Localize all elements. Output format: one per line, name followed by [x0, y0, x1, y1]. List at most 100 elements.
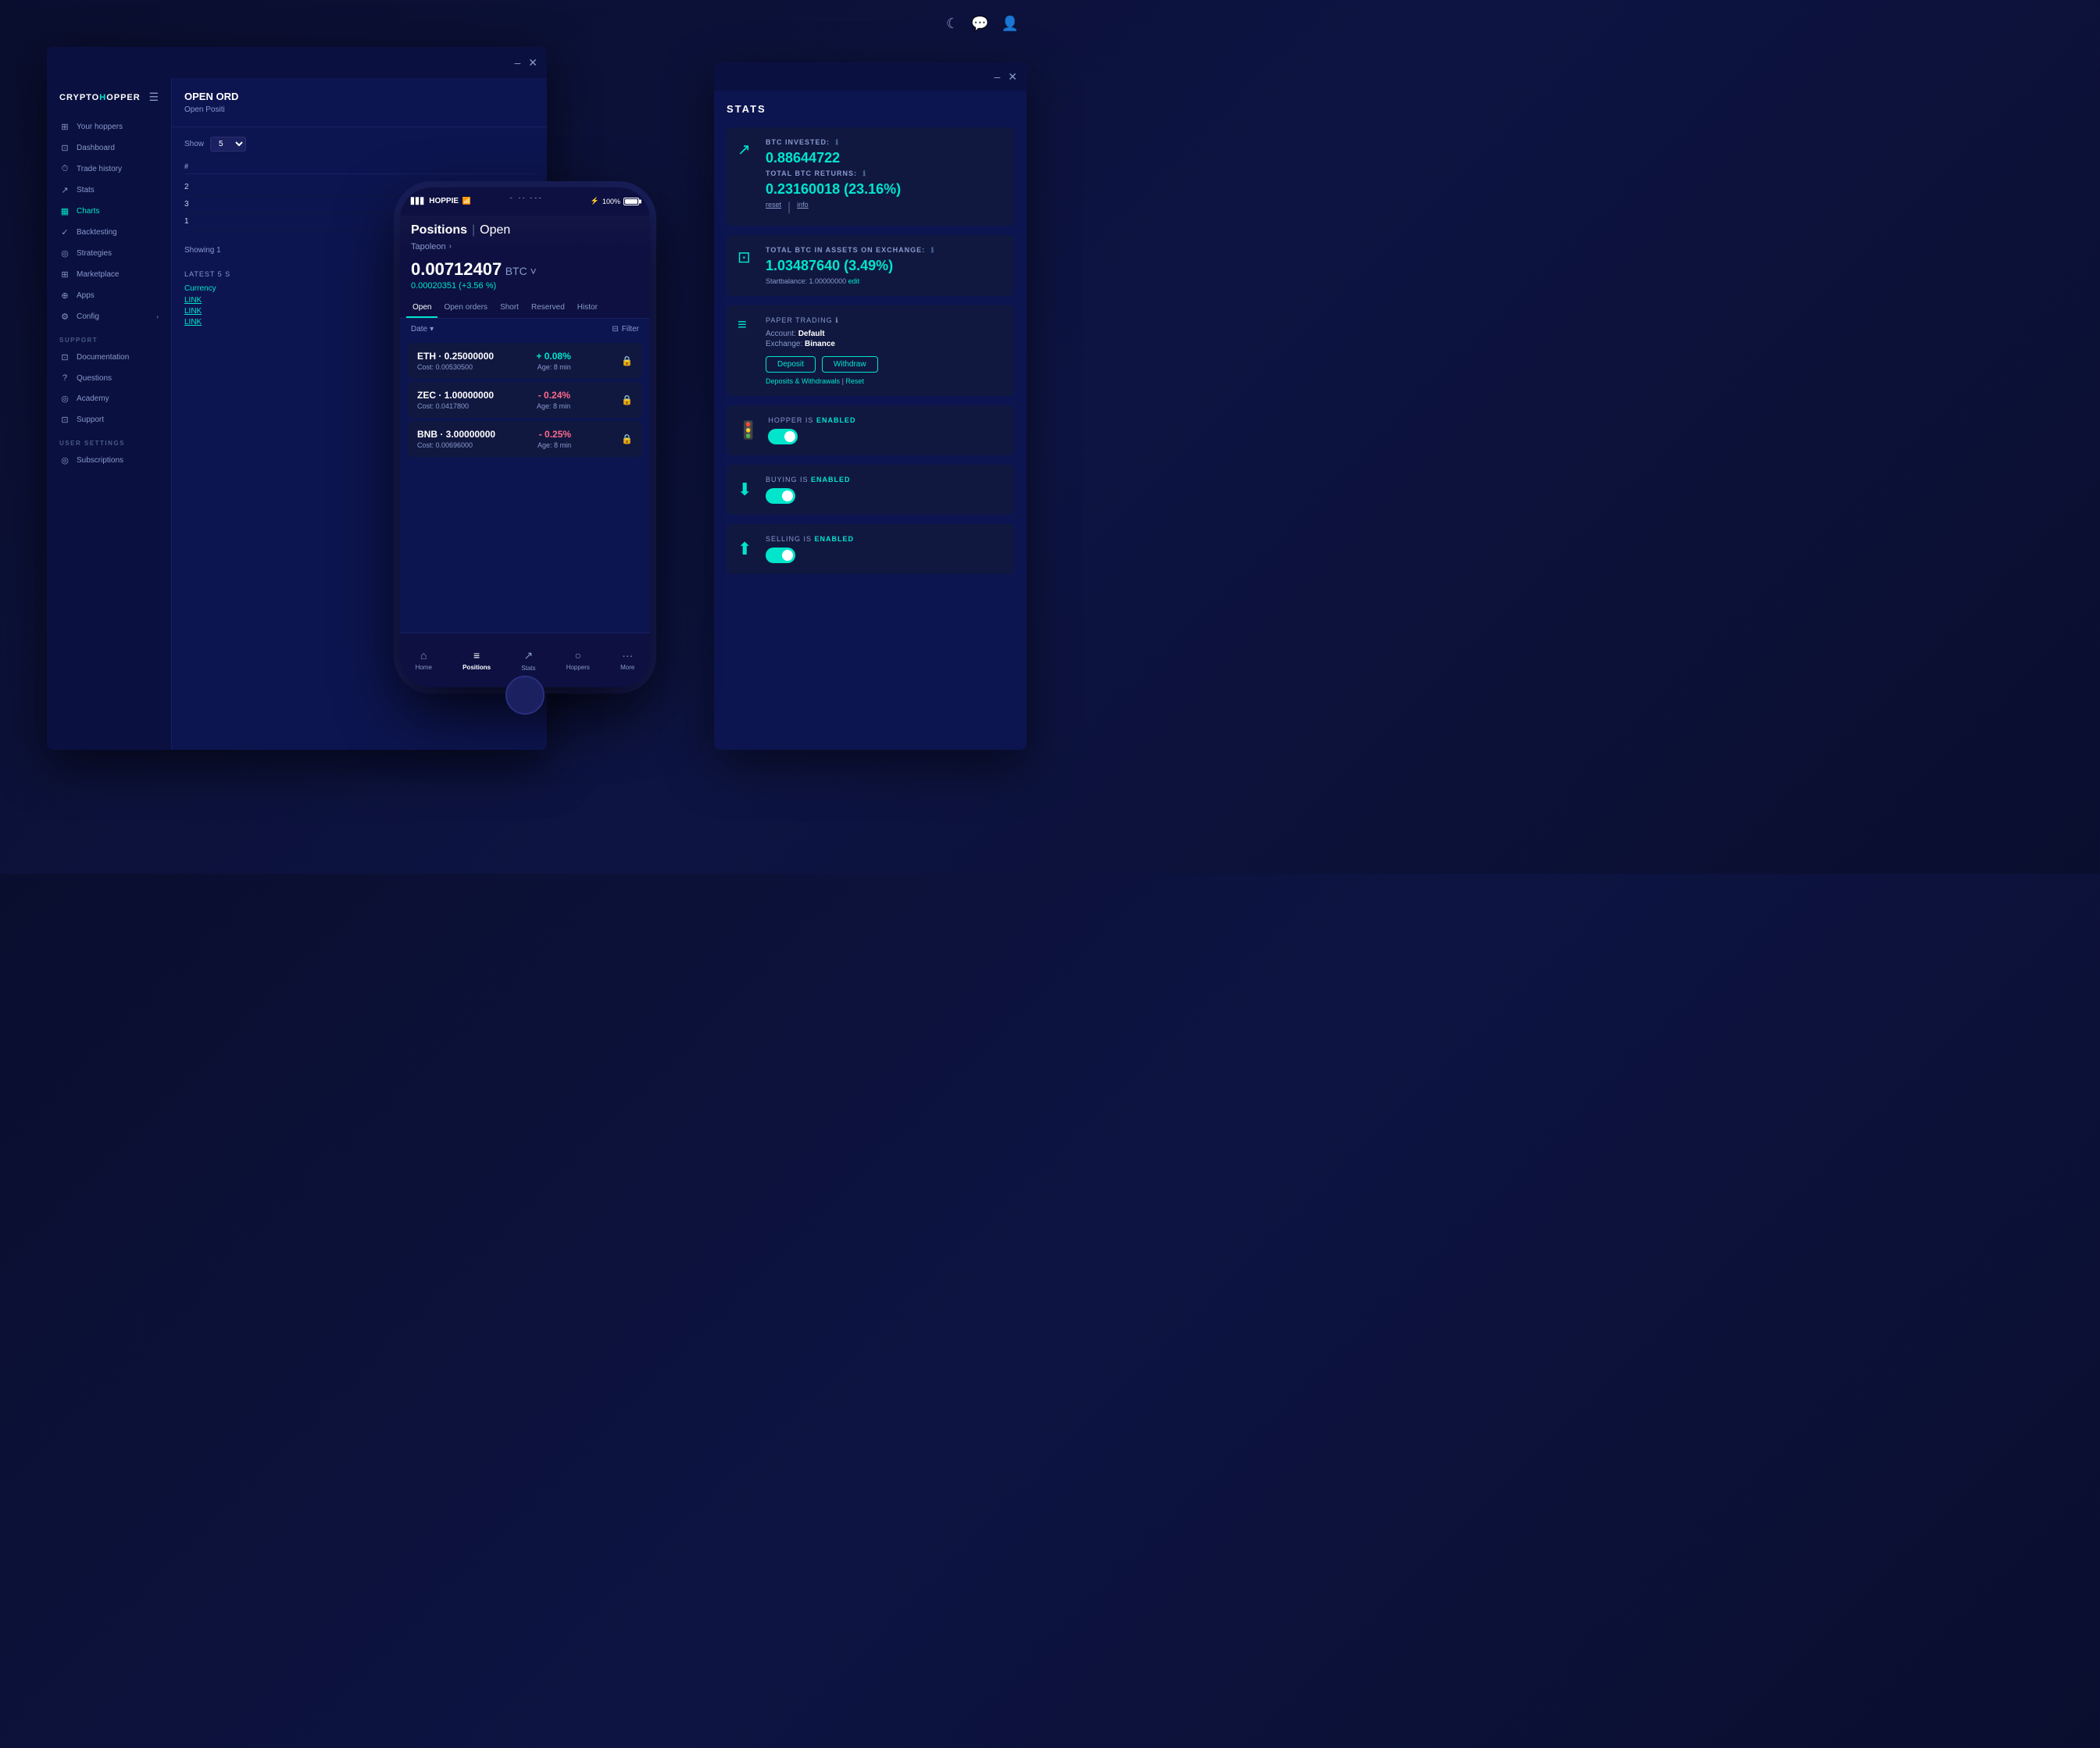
sidebar-item-marketplace[interactable]: ⊞ Marketplace	[47, 264, 171, 285]
open-positions-label: Open Positi	[184, 105, 534, 114]
stats-close-button[interactable]: ✕	[1008, 70, 1017, 84]
sidebar-item-charts[interactable]: ▦ Charts	[47, 201, 171, 222]
close-button[interactable]: ✕	[528, 56, 538, 70]
filter-button[interactable]: ⊟ Filter	[612, 325, 639, 334]
backtesting-icon: ✓	[59, 227, 70, 237]
sidebar-item-backtesting[interactable]: ✓ Backtesting	[47, 222, 171, 243]
sidebar-item-label: Support	[77, 416, 104, 424]
info-link[interactable]: info	[797, 201, 809, 215]
cost-zec: Cost: 0.0417800	[417, 402, 494, 410]
subscriptions-icon: ◎	[59, 455, 70, 466]
col-num: #	[184, 162, 359, 170]
phone-home-button[interactable]	[505, 676, 545, 715]
hopper-arrow-icon: ›	[449, 242, 452, 251]
paper-account-row: Account: Default	[766, 330, 1003, 338]
sidebar-item-questions[interactable]: ? Questions	[47, 368, 171, 388]
selling-status-label: SELLING IS ENABLED	[766, 535, 1003, 543]
stats-minimize-button[interactable]: –	[994, 70, 1000, 83]
phone-tabs: Open Open orders Short Reserved Histor	[400, 297, 650, 319]
sidebar-item-trade-history[interactable]: ⏱ Trade history	[47, 159, 171, 180]
coin-label-eth: ETH · 0.25000000	[417, 351, 494, 362]
btc-invested-block: ↗ BTC INVESTED: ℹ 0.88644722 TOTAL BTC R…	[727, 127, 1014, 226]
moon-icon[interactable]: ☾	[946, 16, 959, 32]
position-card-zec[interactable]: ZEC · 1.00000000 Cost: 0.0417800 - 0.24%…	[408, 382, 642, 418]
nav-hoppers[interactable]: ○ Hoppers	[566, 649, 590, 671]
sidebar-item-dashboard[interactable]: ⊡ Dashboard	[47, 137, 171, 159]
tab-open-orders[interactable]: Open orders	[438, 297, 494, 318]
sidebar-item-label: Dashboard	[77, 144, 115, 152]
deposits-withdrawals-link[interactable]: Deposits & Withdrawals	[766, 377, 840, 385]
stats-title: STATS	[727, 103, 1014, 115]
tab-reserved[interactable]: Reserved	[525, 297, 571, 318]
tab-open[interactable]: Open	[406, 297, 438, 318]
position-card-eth[interactable]: ETH · 0.25000000 Cost: 0.00530500 + 0.08…	[408, 343, 642, 379]
hopper-name-row[interactable]: Tapoleon ›	[411, 242, 639, 251]
reset-link[interactable]: reset	[766, 201, 781, 215]
paper-buttons: Deposit Withdraw	[766, 356, 1003, 373]
stats-nav-icon: ↗	[524, 649, 534, 662]
trending-up-icon: ↗	[738, 140, 756, 159]
info-icon: ℹ	[836, 138, 839, 146]
pos-left-bnb: BNB · 3.00000000 Cost: 0.00696000	[417, 429, 495, 449]
sidebar-item-label: Stats	[77, 186, 95, 194]
user-section-label: USER SETTINGS	[47, 430, 171, 450]
sidebar-item-stats[interactable]: ↗ Stats	[47, 180, 171, 201]
minimize-button[interactable]: –	[514, 56, 520, 69]
hopper-toggle-switch[interactable]	[768, 429, 798, 444]
sidebar-item-apps[interactable]: ⊕ Apps	[47, 285, 171, 306]
status-right: ⚡ 100%	[591, 197, 639, 205]
date-filter[interactable]: Date ▾	[411, 325, 434, 334]
chat-icon[interactable]: 💬	[971, 16, 988, 32]
config-icon: ⚙	[59, 312, 70, 322]
sidebar-item-label: Charts	[77, 207, 99, 216]
sidebar-item-subscriptions[interactable]: ◎ Subscriptions	[47, 450, 171, 471]
edit-link[interactable]: edit	[848, 277, 860, 285]
cost-bnb: Cost: 0.00696000	[417, 441, 495, 449]
wallet-icon: ⊡	[738, 248, 756, 267]
lock-icon-zec: 🔒	[621, 394, 633, 405]
col-info	[359, 162, 534, 170]
battery-icon	[623, 198, 639, 205]
cost-eth: Cost: 0.00530500	[417, 363, 494, 371]
screen-title: Positions	[411, 223, 467, 237]
deposit-button[interactable]: Deposit	[766, 356, 816, 373]
pct-zec: - 0.24%	[537, 390, 570, 401]
selling-toggle-switch[interactable]	[766, 548, 795, 563]
tab-history[interactable]: Histor	[571, 297, 604, 318]
show-select[interactable]: 51025	[210, 137, 246, 152]
nav-home[interactable]: ⌂ Home	[416, 649, 432, 671]
hamburger-icon[interactable]: ☰	[148, 91, 159, 104]
nav-stats[interactable]: ↗ Stats	[521, 649, 535, 672]
sell-icon: ⬆	[738, 539, 756, 559]
startbalance-text: Startbalance: 1.00000000 edit	[766, 277, 1003, 285]
buying-toggle-switch[interactable]	[766, 488, 795, 504]
btc-invested-value: 0.88644722	[766, 150, 1003, 166]
reset-link-2[interactable]: Reset	[845, 377, 864, 385]
nav-more[interactable]: ··· More	[620, 649, 634, 671]
filter-icon: ⊟	[612, 325, 618, 334]
row-num: 1	[184, 217, 359, 226]
sidebar-item-config[interactable]: ⚙ Config ›	[47, 306, 171, 327]
withdraw-button[interactable]: Withdraw	[822, 356, 878, 373]
phone-wrapper: ▋▋▋ HOPPIE 📶 9:41 AM ⚡ 100% Positions | …	[400, 187, 650, 687]
sidebar-item-strategies[interactable]: ◎ Strategies	[47, 243, 171, 264]
marketplace-icon: ⊞	[59, 269, 70, 280]
sidebar-item-academy[interactable]: ◎ Academy	[47, 388, 171, 409]
user-icon[interactable]: 👤	[1002, 16, 1019, 32]
buying-status-label: BUYING IS ENABLED	[766, 476, 1003, 483]
btc-returns-label: TOTAL BTC RETURNS: ℹ	[766, 169, 1003, 178]
charts-icon: ▦	[59, 206, 70, 216]
sidebar-item-label: Apps	[77, 291, 95, 300]
sidebar-item-support[interactable]: ⊡ Support	[47, 409, 171, 430]
sidebar-item-your-hoppers[interactable]: ⊞ Your hoppers	[47, 116, 171, 137]
desktop-titlebar: – ✕	[47, 47, 547, 78]
tab-short[interactable]: Short	[494, 297, 525, 318]
more-label: More	[620, 664, 634, 671]
positions-icon: ≡	[473, 649, 480, 662]
dashboard-icon: ⊡	[59, 143, 70, 153]
position-card-bnb[interactable]: BNB · 3.00000000 Cost: 0.00696000 - 0.25…	[408, 421, 642, 457]
nav-positions[interactable]: ≡ Positions	[462, 649, 491, 671]
hoppers-icon: ○	[575, 649, 581, 662]
stats-nav-label: Stats	[521, 665, 535, 672]
sidebar-item-documentation[interactable]: ⊡ Documentation	[47, 347, 171, 368]
